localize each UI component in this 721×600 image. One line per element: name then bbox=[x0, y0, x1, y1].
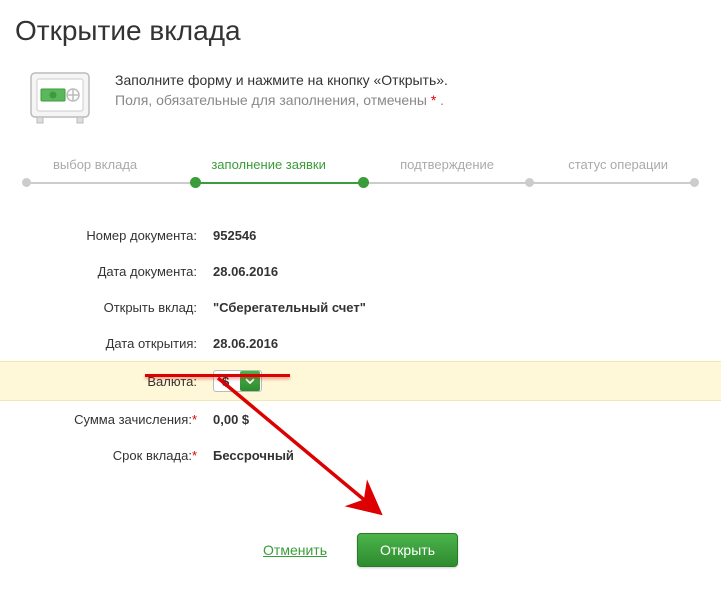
row-currency: Валюта: $ bbox=[0, 361, 721, 401]
label-term: Срок вклада:* bbox=[15, 448, 205, 463]
row-doc-number: Номер документа: 952546 bbox=[15, 217, 706, 253]
cancel-link[interactable]: Отменить bbox=[263, 542, 327, 558]
open-button[interactable]: Открыть bbox=[357, 533, 458, 567]
header-block: Заполните форму и нажмите на кнопку «Отк… bbox=[0, 57, 721, 147]
value-doc-number: 952546 bbox=[205, 228, 256, 243]
deposit-form: Номер документа: 952546 Дата документа: … bbox=[0, 217, 721, 473]
instructions: Заполните форму и нажмите на кнопку «Отк… bbox=[115, 67, 448, 110]
required-star: * bbox=[192, 448, 197, 463]
step-1: выбор вклада bbox=[53, 157, 137, 180]
label-doc-date: Дата документа: bbox=[15, 264, 205, 279]
instruction-line2: Поля, обязательные для заполнения, отмеч… bbox=[115, 91, 448, 111]
safe-icon bbox=[25, 67, 95, 127]
value-open-date: 28.06.2016 bbox=[205, 336, 278, 351]
label-doc-number: Номер документа: bbox=[15, 228, 205, 243]
value-amount: 0,00 $ bbox=[205, 412, 249, 427]
row-amount: Сумма зачисления:* 0,00 $ bbox=[15, 401, 706, 437]
step-3: подтверждение bbox=[400, 157, 494, 180]
label-amount: Сумма зачисления:* bbox=[15, 412, 205, 427]
step-4: статус операции bbox=[568, 157, 668, 180]
step-2: заполнение заявки bbox=[211, 157, 326, 180]
annotation-underline bbox=[145, 374, 290, 377]
required-star: * bbox=[192, 412, 197, 427]
label-open-date: Дата открытия: bbox=[15, 336, 205, 351]
label-open-deposit: Открыть вклад: bbox=[15, 300, 205, 315]
row-open-date: Дата открытия: 28.06.2016 bbox=[15, 325, 706, 361]
chevron-down-icon bbox=[245, 376, 255, 386]
stepper: выбор вклада заполнение заявки подтвержд… bbox=[25, 157, 696, 187]
value-term: Бессрочный bbox=[205, 448, 294, 463]
instruction-line1: Заполните форму и нажмите на кнопку «Отк… bbox=[115, 71, 448, 91]
page-title: Открытие вклада bbox=[0, 0, 721, 57]
row-open-deposit: Открыть вклад: "Сберегательный счет" bbox=[15, 289, 706, 325]
actions: Отменить Открыть bbox=[0, 533, 721, 567]
row-term: Срок вклада:* Бессрочный bbox=[15, 437, 706, 473]
value-open-deposit: "Сберегательный счет" bbox=[205, 300, 366, 315]
value-doc-date: 28.06.2016 bbox=[205, 264, 278, 279]
row-doc-date: Дата документа: 28.06.2016 bbox=[15, 253, 706, 289]
